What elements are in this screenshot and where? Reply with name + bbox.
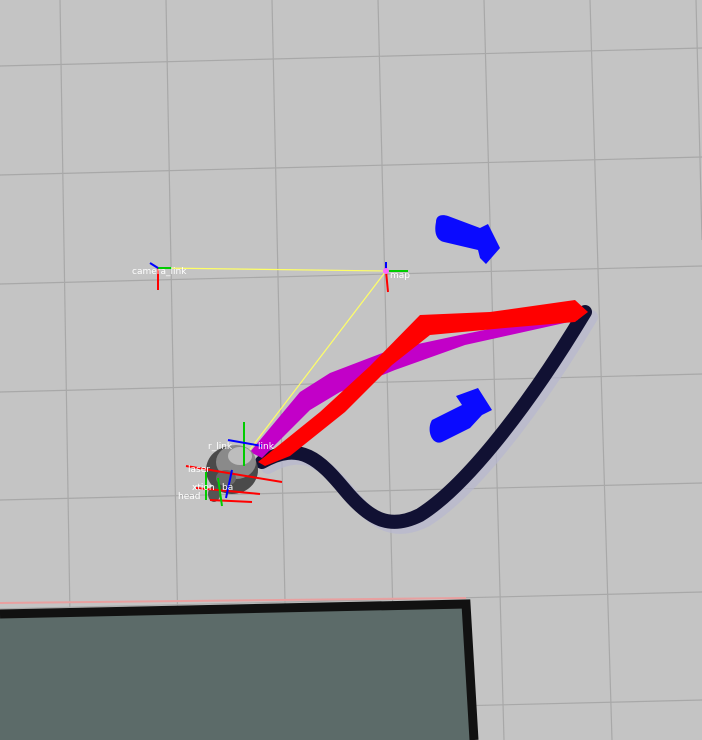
occupancy-map — [0, 597, 479, 740]
map-frame-label: map — [390, 271, 410, 281]
camera-link-label: camera_link — [132, 267, 187, 277]
head-label: head — [178, 492, 200, 502]
r-link-label: r_link — [208, 442, 233, 452]
base-link-label: link — [258, 442, 275, 452]
misc-label: ba — [222, 483, 233, 493]
laser-label: laser — [188, 465, 210, 475]
rviz-3d-viewport[interactable]: camera_link map r_link link laser xtion … — [0, 0, 702, 740]
scene-canvas[interactable]: camera_link map r_link link laser xtion … — [0, 0, 702, 740]
